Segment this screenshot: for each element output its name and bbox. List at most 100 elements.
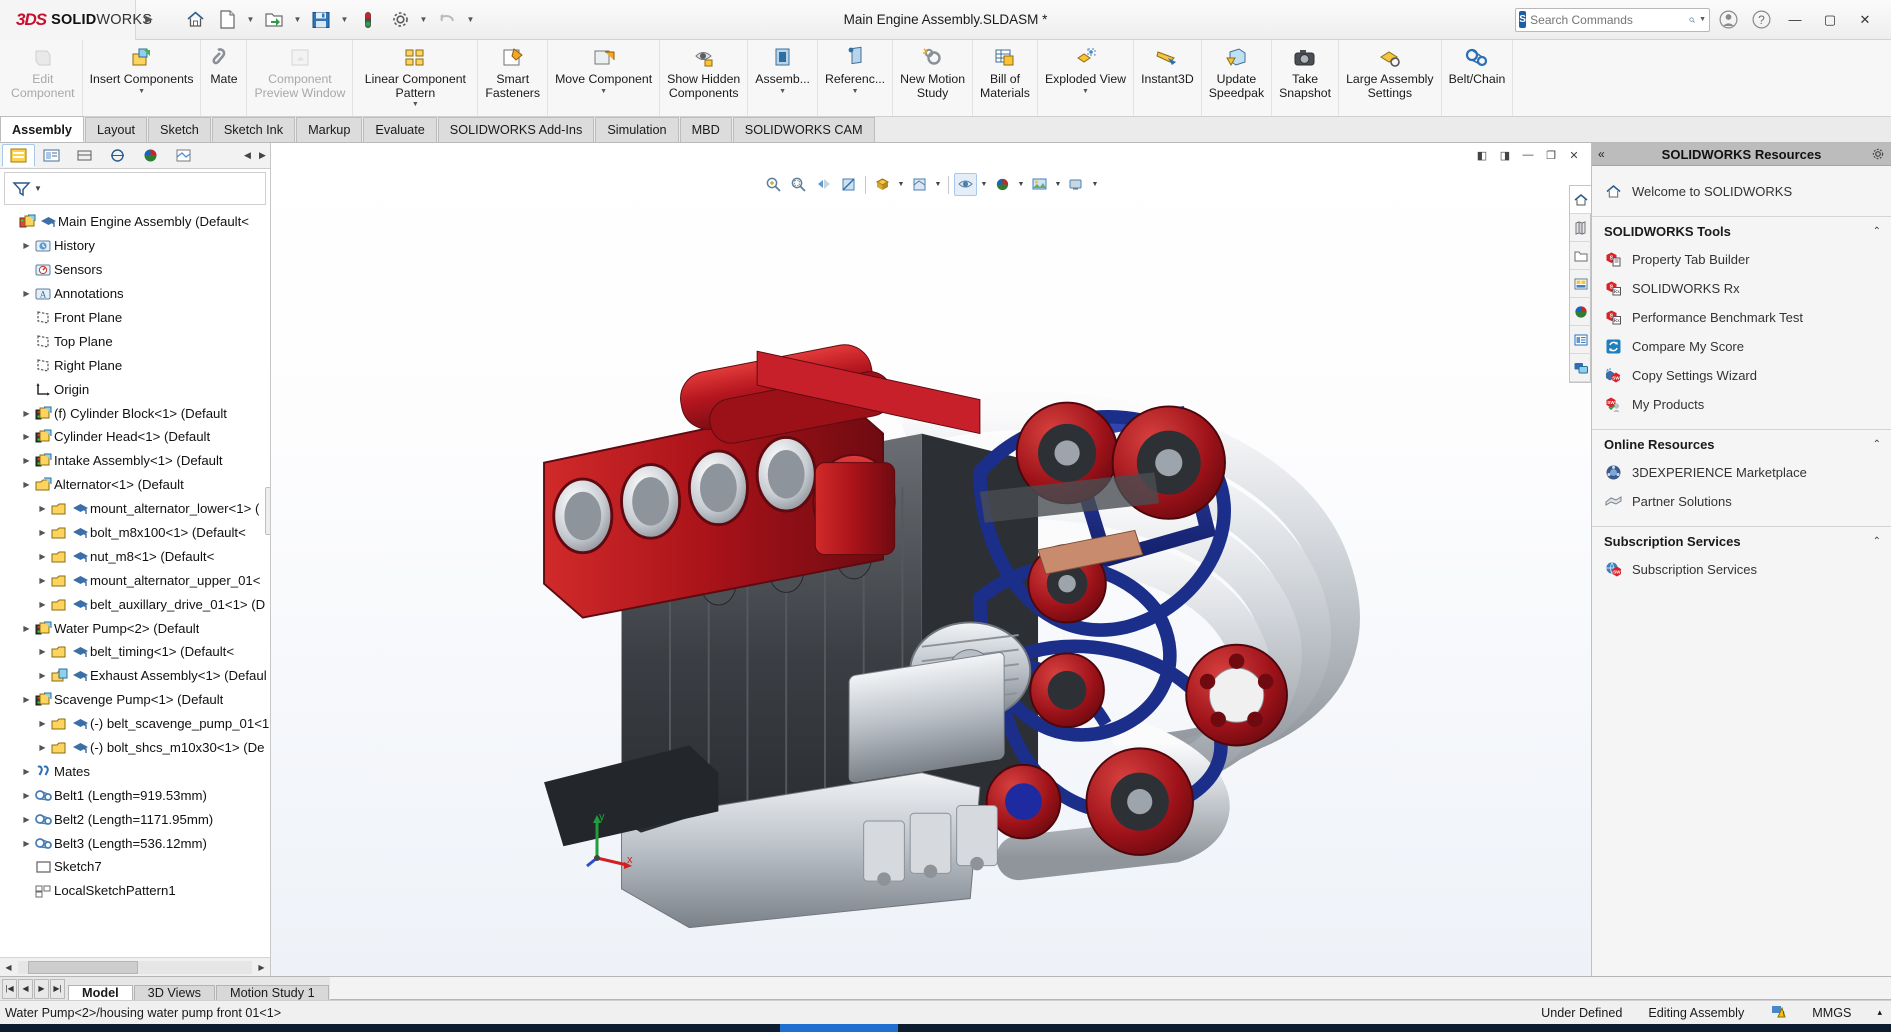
restore-left-icon[interactable]: ◧ — [1471, 145, 1493, 165]
tree-expand-arrow-icon[interactable]: ▶ — [20, 815, 33, 824]
options-gear-icon[interactable] — [385, 5, 415, 35]
engine-assembly-model[interactable] — [271, 143, 1591, 976]
edit-appearance-icon[interactable] — [991, 173, 1014, 196]
menu-expand-arrow-icon[interactable]: ▶ — [136, 14, 162, 25]
filter-icon[interactable] — [12, 180, 31, 197]
appearances-scenes-tab[interactable] — [1570, 298, 1591, 326]
tab-sketch[interactable]: Sketch — [148, 117, 211, 142]
ribbon-item-new-motion-study[interactable]: New MotionStudy — [893, 40, 973, 116]
tree-scroll-right-icon[interactable]: ▶ — [253, 959, 270, 976]
save-icon[interactable] — [306, 5, 336, 35]
tree-tab-scroll-left-icon[interactable]: ◀ — [240, 144, 255, 167]
tree-item[interactable]: ▶(f) Cylinder Block<1> (Default — [2, 401, 270, 425]
zoom-to-fit-icon[interactable] — [762, 173, 785, 196]
maximize-window-button[interactable]: ▢ — [1814, 6, 1846, 34]
ribbon-item-belt-chain[interactable]: Belt/Chain — [1442, 40, 1514, 116]
hide-show-items-caret-icon[interactable]: ▼ — [979, 173, 989, 196]
edit-appearance-caret-icon[interactable]: ▼ — [1016, 173, 1026, 196]
user-account-icon[interactable] — [1713, 6, 1743, 34]
tree-expand-arrow-icon[interactable]: ▶ — [36, 743, 49, 752]
tree-expand-arrow-icon[interactable]: ▶ — [36, 600, 49, 609]
display-style-caret-icon[interactable]: ▼ — [933, 173, 943, 196]
tree-item[interactable]: ▶belt_auxillary_drive_01<1> (D — [2, 592, 270, 616]
restore-right-icon[interactable]: ◨ — [1494, 145, 1516, 165]
units-caret-icon[interactable]: ▴ — [1877, 1007, 1882, 1018]
view-settings-caret-icon[interactable]: ▼ — [1090, 173, 1100, 196]
tab-sketch-ink[interactable]: Sketch Ink — [212, 117, 295, 142]
bottom-tab-motion-study-1[interactable]: Motion Study 1 — [216, 985, 329, 1000]
print-icon[interactable] — [353, 5, 383, 35]
tree-expand-arrow-icon[interactable]: ▶ — [36, 552, 49, 561]
tree-expand-arrow-icon[interactable]: ▶ — [20, 241, 33, 250]
next-tab-icon[interactable]: ▶ — [34, 979, 49, 999]
ribbon-item-linear-pattern[interactable]: Linear Component Pattern▼ — [353, 40, 478, 116]
minimize-window-button[interactable]: — — [1779, 6, 1811, 34]
open-document-icon[interactable] — [259, 5, 289, 35]
file-explorer-tab[interactable] — [1570, 242, 1591, 270]
property-manager-tab[interactable] — [35, 144, 68, 167]
tab-assembly[interactable]: Assembly — [0, 116, 84, 142]
ribbon-item-reference-geometry[interactable]: Referenc...▼ — [818, 40, 893, 116]
task-pane-link-performance-benchmark-test[interactable]: SRxPerformance Benchmark Test — [1592, 303, 1891, 332]
feature-manager-tab[interactable] — [2, 144, 35, 167]
tree-expand-arrow-icon[interactable]: ▶ — [36, 528, 49, 537]
tree-item[interactable]: ▶mount_alternator_upper_01< — [2, 568, 270, 592]
minimize-doc-icon[interactable]: — — [1517, 145, 1539, 165]
ribbon-item-caret-icon[interactable]: ▼ — [1082, 88, 1089, 96]
feature-tree[interactable]: Main Engine Assembly (Default<▶HistorySe… — [0, 207, 270, 957]
ribbon-item-insert-components[interactable]: Insert Components▼ — [83, 40, 202, 116]
tree-item[interactable]: ▶Belt1 (Length=919.53mm) — [2, 783, 270, 807]
cam-feature-tree-tab[interactable] — [167, 144, 200, 167]
tree-item[interactable]: ▶Mates — [2, 759, 270, 783]
tree-filter-bar[interactable]: ▼ — [4, 172, 266, 205]
tab-markup[interactable]: Markup — [296, 117, 362, 142]
tree-expand-arrow-icon[interactable]: ▶ — [36, 671, 49, 680]
ribbon-item-assembly-features[interactable]: Assemb...▼ — [748, 40, 818, 116]
task-pane-section-header[interactable]: SOLIDWORKS Tools⌃ — [1592, 216, 1891, 245]
bottom-tab-model[interactable]: Model — [68, 985, 133, 1000]
tab-solidworks-cam[interactable]: SOLIDWORKS CAM — [733, 117, 875, 142]
search-commands-box[interactable]: S ▼ — [1515, 8, 1710, 32]
tree-item[interactable]: Origin — [2, 377, 270, 401]
search-caret-icon[interactable]: ▼ — [1699, 16, 1706, 23]
task-pane-link-subscription-services[interactable]: SWSubscription Services — [1592, 555, 1891, 584]
tree-expand-arrow-icon[interactable]: ▶ — [20, 480, 33, 489]
tree-expand-arrow-icon[interactable]: ▶ — [36, 504, 49, 513]
dimxpert-manager-tab[interactable] — [101, 144, 134, 167]
tree-item[interactable]: ▶(-) belt_scavenge_pump_01<1 — [2, 712, 270, 736]
section-view-icon[interactable] — [837, 173, 860, 196]
tree-scroll-left-icon[interactable]: ◀ — [0, 959, 17, 976]
help-icon[interactable]: ? — [1746, 6, 1776, 34]
tree-item[interactable]: ▶Water Pump<2> (Default — [2, 616, 270, 640]
ribbon-item-caret-icon[interactable]: ▼ — [779, 88, 786, 96]
tree-scroll-thumb[interactable] — [28, 961, 138, 974]
tree-expand-arrow-icon[interactable]: ▶ — [20, 839, 33, 848]
tree-item[interactable]: ▶bolt_m8x100<1> (Default< — [2, 521, 270, 545]
last-tab-icon[interactable]: ▶| — [50, 979, 65, 999]
tree-item[interactable]: ▶nut_m8<1> (Default< — [2, 544, 270, 568]
prev-tab-icon[interactable]: ◀ — [18, 979, 33, 999]
apply-scene-icon[interactable] — [1028, 173, 1051, 196]
view-palette-tab[interactable] — [1570, 270, 1591, 298]
options-caret-icon[interactable]: ▼ — [417, 5, 430, 35]
tab-mbd[interactable]: MBD — [680, 117, 732, 142]
tree-item[interactable]: ▶Scavenge Pump<1> (Default — [2, 688, 270, 712]
task-pane-link-property-tab-builder[interactable]: SProperty Tab Builder — [1592, 245, 1891, 274]
tree-item[interactable]: ▶Cylinder Head<1> (Default — [2, 425, 270, 449]
tree-expand-arrow-icon[interactable]: ▶ — [20, 695, 33, 704]
tree-horizontal-scrollbar[interactable]: ◀ ▶ — [0, 957, 270, 976]
task-pane-section-header[interactable]: Subscription Services⌃ — [1592, 526, 1891, 555]
tree-expand-arrow-icon[interactable]: ▶ — [20, 409, 33, 418]
tree-expand-arrow-icon[interactable]: ▶ — [20, 767, 33, 776]
tree-item[interactable]: ▶Alternator<1> (Default — [2, 473, 270, 497]
ribbon-item-edit-component[interactable]: EditComponent — [4, 40, 83, 116]
save-caret-icon[interactable]: ▼ — [338, 5, 351, 35]
display-style-icon[interactable] — [908, 173, 931, 196]
task-pane-link-copy-settings-wizard[interactable]: SWCopy Settings Wizard — [1592, 361, 1891, 390]
tree-item[interactable]: ▶Belt2 (Length=1171.95mm) — [2, 807, 270, 831]
tree-expand-arrow-icon[interactable]: ▶ — [36, 647, 49, 656]
ribbon-item-move-component[interactable]: Move Component▼ — [548, 40, 660, 116]
tree-scroll-track[interactable] — [18, 961, 252, 974]
tree-item[interactable]: Front Plane — [2, 306, 270, 330]
close-doc-icon[interactable]: ✕ — [1563, 145, 1585, 165]
